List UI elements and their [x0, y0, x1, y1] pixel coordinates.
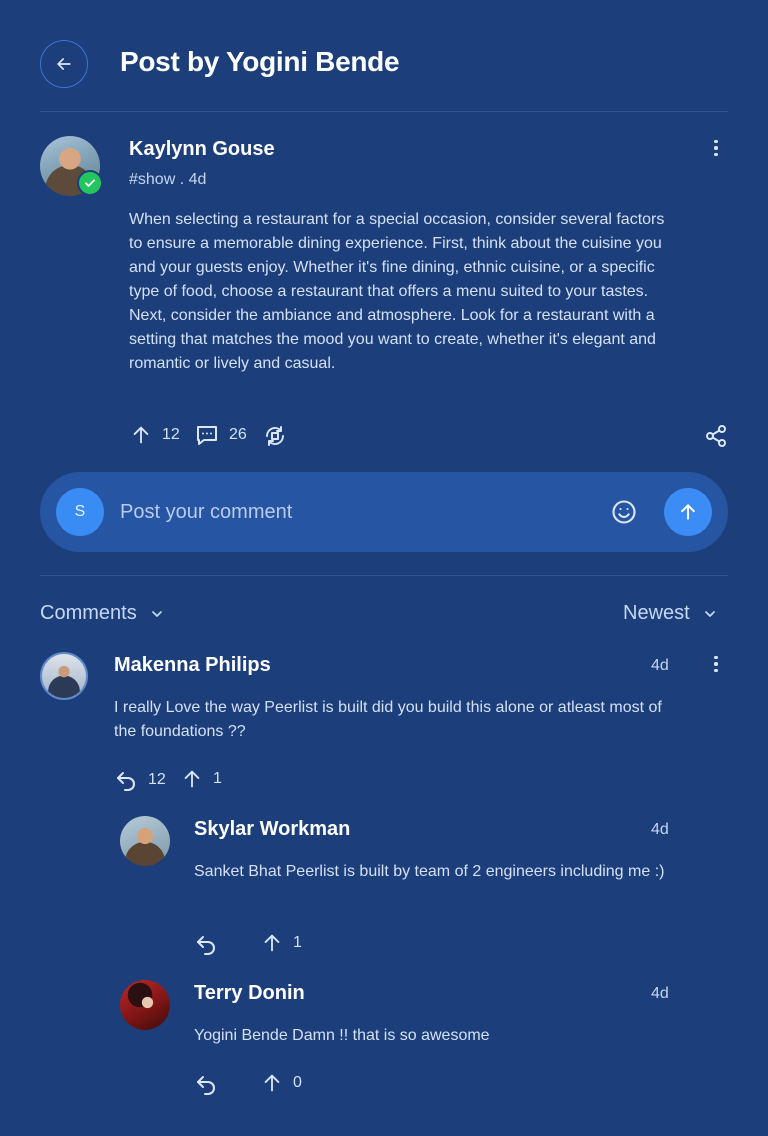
commenter-avatar[interactable] [120, 980, 170, 1030]
repost-icon[interactable] [263, 424, 287, 448]
arrow-left-icon [54, 54, 74, 74]
comment-more-icon[interactable] [706, 652, 726, 676]
comment-author[interactable]: Terry Donin [194, 982, 305, 1005]
chevron-down-icon [149, 606, 165, 622]
commenter-avatar[interactable] [40, 652, 88, 700]
send-comment-button[interactable] [664, 488, 712, 536]
upvote-count: 0 [293, 1074, 302, 1091]
comment-author[interactable]: Skylar Workman [194, 818, 350, 841]
post-body: When selecting a restaurant for a specia… [129, 211, 665, 372]
comment-input[interactable] [120, 498, 590, 526]
post-upvote-count: 12 [162, 426, 180, 443]
comments-filter-dropdown[interactable]: Comments [40, 602, 165, 625]
reply-icon[interactable] [194, 1072, 218, 1096]
comment-text: Yogini Bende Damn !! that is so awesome [194, 1027, 490, 1044]
comment-reply-button[interactable]: 12 [114, 768, 166, 792]
arrow-up-icon [678, 502, 698, 522]
sort-dropdown[interactable]: Newest [623, 602, 718, 625]
comment-time: 4d [651, 985, 669, 1002]
reply-icon [114, 768, 138, 792]
arrow-up-icon [181, 768, 203, 790]
upvote-count: 1 [213, 770, 222, 787]
comments-divider [40, 575, 728, 576]
arrow-up-icon [130, 424, 152, 446]
emoji-icon[interactable] [610, 498, 638, 526]
header-divider [40, 111, 728, 112]
comments-label: Comments [40, 602, 137, 624]
current-user-avatar: S [56, 488, 104, 536]
post-more-icon[interactable] [706, 136, 726, 160]
share-icon[interactable] [704, 424, 728, 448]
post-meta: #show . 4d [129, 171, 207, 188]
chevron-down-icon [702, 606, 718, 622]
verified-check-icon [77, 170, 103, 196]
post-author-name[interactable]: Kaylynn Gouse [129, 138, 275, 161]
sort-label: Newest [623, 602, 690, 624]
arrow-up-icon [261, 932, 283, 954]
comment-author[interactable]: Makenna Philips [114, 654, 271, 677]
page-title: Post by Yogini Bende [120, 46, 400, 77]
comment-time: 4d [651, 821, 669, 838]
post-comment-button[interactable]: 26 [195, 424, 247, 446]
back-button[interactable] [40, 40, 88, 88]
reply-icon[interactable] [194, 932, 218, 956]
comment-time: 4d [651, 657, 669, 674]
comment-upvote-button[interactable]: 1 [181, 768, 222, 790]
post-comment-count: 26 [229, 426, 247, 443]
arrow-up-icon [261, 1072, 283, 1094]
upvote-count: 1 [293, 934, 302, 951]
reply-count: 12 [148, 771, 166, 788]
comment-text: Sanket Bhat Peerlist is built by team of… [194, 863, 665, 880]
comment-text: I really Love the way Peerlist is built … [114, 699, 662, 740]
comment-upvote-button[interactable]: 1 [261, 932, 302, 954]
comment-upvote-button[interactable]: 0 [261, 1072, 302, 1094]
post-upvote-button[interactable]: 12 [130, 424, 180, 446]
comment-icon [195, 424, 219, 446]
commenter-avatar[interactable] [120, 816, 170, 866]
